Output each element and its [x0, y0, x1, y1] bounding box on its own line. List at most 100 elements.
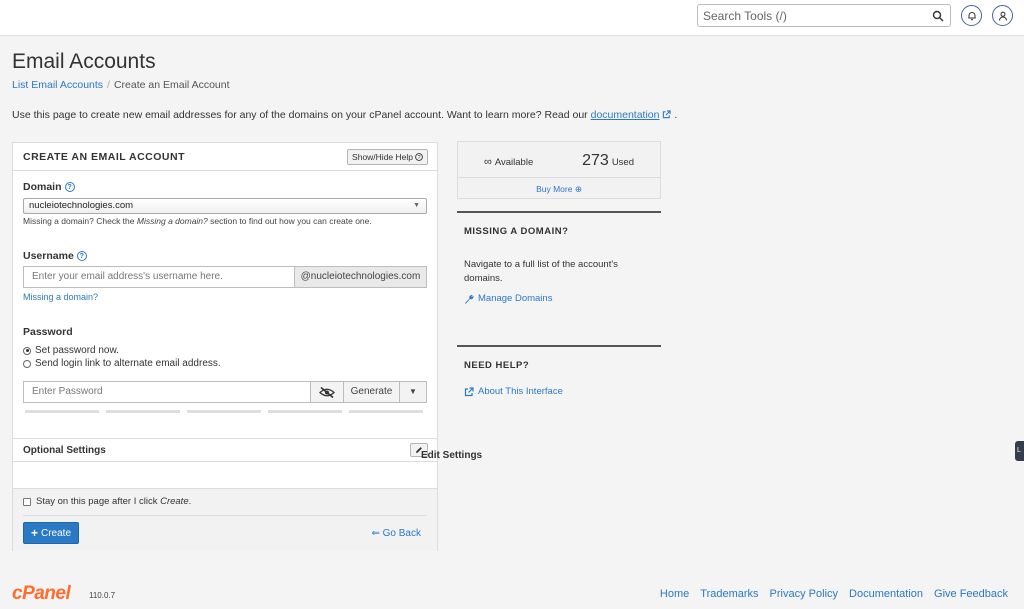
radio-unselected-indicator[interactable]: [23, 359, 31, 368]
username-label: Username?: [23, 250, 87, 262]
version-label: 110.0.7: [89, 591, 116, 600]
go-back-link[interactable]: ⇐ Go Back: [371, 528, 421, 539]
external-link-icon: [663, 110, 672, 119]
used-label: Used: [611, 157, 634, 168]
search-input[interactable]: [698, 5, 923, 26]
password-label: Password: [23, 326, 73, 338]
stay-on-page-checkbox[interactable]: Stay on this page after I click Create.: [23, 496, 191, 507]
show-hide-help-label: Show/Hide Help: [352, 152, 413, 162]
domain-help-icon[interactable]: ?: [64, 182, 75, 192]
breadcrumb-list-email-accounts[interactable]: List Email Accounts: [12, 79, 103, 91]
missing-domain-text: Navigate to a full list of the account's…: [464, 259, 618, 284]
footer-link-home[interactable]: Home: [660, 588, 689, 600]
username-domain-suffix: @nucleiotechnologies.com: [294, 266, 427, 288]
footer-link-privacy-policy[interactable]: Privacy Policy: [770, 588, 838, 600]
cpanel-logo: cPanel: [12, 583, 71, 604]
stay-post: .: [188, 496, 192, 507]
password-input[interactable]: Enter Password: [23, 381, 311, 403]
radio-set-password-now-label: Set password now.: [35, 345, 119, 356]
optional-settings-title: Optional Settings: [23, 445, 106, 456]
eye-slash-icon: [319, 386, 335, 399]
domain-help-text: Missing a domain? Check the Missing a do…: [23, 216, 372, 226]
radio-send-login-link[interactable]: Send login link to alternate email addre…: [23, 358, 221, 369]
used-value: 273: [582, 152, 609, 169]
wrench-icon: [465, 294, 474, 304]
svg-text:?: ?: [417, 155, 420, 161]
edit-settings-label: Edit Settings: [421, 450, 483, 461]
missing-domain-link[interactable]: Missing a domain?: [23, 292, 98, 302]
documentation-link[interactable]: documentation: [591, 109, 660, 121]
side-drawer-tab[interactable]: L: [1015, 441, 1024, 461]
plus-icon: +: [30, 526, 38, 540]
form-footer: Stay on this page after I click Create. …: [13, 488, 437, 551]
checkbox-box[interactable]: [23, 497, 31, 506]
domain-label-text: Domain: [23, 181, 62, 193]
stay-on-page-label: Stay on this page after I click Create.: [36, 496, 191, 507]
missing-domain-title: MISSING A DOMAIN?: [464, 226, 569, 237]
manage-domains-label: Manage Domains: [478, 293, 553, 304]
edit-settings-button[interactable]: Edit Settings: [410, 443, 482, 461]
password-strength-segment-2: [106, 410, 180, 413]
toggle-password-visibility-button[interactable]: [310, 381, 344, 403]
search-box[interactable]: [697, 4, 951, 27]
create-button-label: Create: [41, 527, 72, 539]
password-strength-segment-3: [187, 410, 261, 413]
user-menu-button[interactable]: [992, 5, 1013, 26]
panel-title: CREATE AN EMAIL ACCOUNT: [23, 151, 185, 163]
generate-options-dropdown[interactable]: ▼: [399, 381, 427, 403]
buy-more-link[interactable]: Buy More ⊕: [458, 184, 660, 195]
create-email-panel: CREATE AN EMAIL ACCOUNT Show/Hide Help ?…: [12, 142, 482, 551]
chevron-down-icon: ▼: [413, 202, 420, 209]
username-input[interactable]: Enter your email address's username here…: [23, 266, 295, 288]
arrow-circle-right-icon: ⊕: [574, 184, 582, 194]
buy-more-label: Buy More: [536, 184, 573, 194]
create-button[interactable]: + Create: [23, 522, 79, 544]
infinity-symbol: ∞: [484, 156, 492, 168]
breadcrumb-current: Create an Email Account: [113, 79, 230, 91]
available-count: ∞ Available: [484, 156, 533, 168]
radio-send-login-link-label: Send login link to alternate email addre…: [35, 358, 221, 369]
radio-selected-indicator[interactable]: [23, 346, 31, 355]
footer-links: Home Trademarks Privacy Policy Documenta…: [660, 588, 1008, 600]
about-interface-link[interactable]: About This Interface: [464, 386, 563, 397]
panel-header: CREATE AN EMAIL ACCOUNT Show/Hide Help ?: [13, 143, 437, 171]
account-stats: ∞ Available 273 Used Buy More ⊕: [457, 141, 661, 199]
username-help-icon[interactable]: ?: [76, 251, 87, 261]
manage-domains-link[interactable]: Manage Domains: [464, 293, 552, 304]
domain-help-post: section to find out how you can create o…: [210, 216, 372, 226]
search-icon[interactable]: [932, 10, 944, 22]
stats-row: ∞ Available 273 Used: [458, 142, 660, 178]
page-title: Email Accounts: [12, 50, 156, 73]
stay-em: Create: [160, 496, 189, 507]
generate-button[interactable]: Generate: [343, 381, 400, 403]
intro-text-body: Use this page to create new email addres…: [12, 109, 588, 121]
radio-set-password-now[interactable]: Set password now.: [23, 345, 119, 356]
optional-settings-header: Optional Settings Edit Settings: [13, 438, 482, 462]
domain-select[interactable]: nucleiotechnologies.com ▼: [23, 198, 427, 214]
password-strength-segment-4: [268, 410, 342, 413]
user-icon: [998, 11, 1007, 21]
footer-divider: [23, 515, 427, 516]
password-strength-segment-5: [349, 410, 423, 413]
footer-link-documentation[interactable]: Documentation: [849, 588, 923, 600]
about-interface-label: About This Interface: [478, 386, 563, 397]
domain-select-value: nucleiotechnologies.com: [29, 200, 134, 211]
breadcrumb-separator: /: [107, 79, 110, 91]
notifications-button[interactable]: [961, 5, 982, 26]
arrow-left-icon: ⇐: [371, 528, 380, 539]
domain-help-pre: Missing a domain? Check the: [23, 216, 135, 226]
intro-text: Use this page to create new email addres…: [12, 109, 677, 121]
available-label: Available: [494, 157, 534, 168]
top-bar: [0, 0, 1024, 36]
bell-icon: [967, 11, 976, 20]
password-strength-segment-1: [25, 410, 99, 413]
domain-help-em: Missing a domain?: [136, 216, 208, 226]
footer-link-trademarks[interactable]: Trademarks: [700, 588, 758, 600]
username-label-text: Username: [23, 250, 74, 262]
show-hide-help-button[interactable]: Show/Hide Help ?: [347, 149, 428, 165]
external-link-icon: [464, 386, 474, 396]
help-circle-icon: ?: [415, 153, 423, 161]
used-count: 273 Used: [582, 152, 634, 170]
breadcrumb: List Email Accounts / Create an Email Acco…: [12, 79, 230, 91]
footer-link-give-feedback[interactable]: Give Feedback: [934, 588, 1008, 600]
